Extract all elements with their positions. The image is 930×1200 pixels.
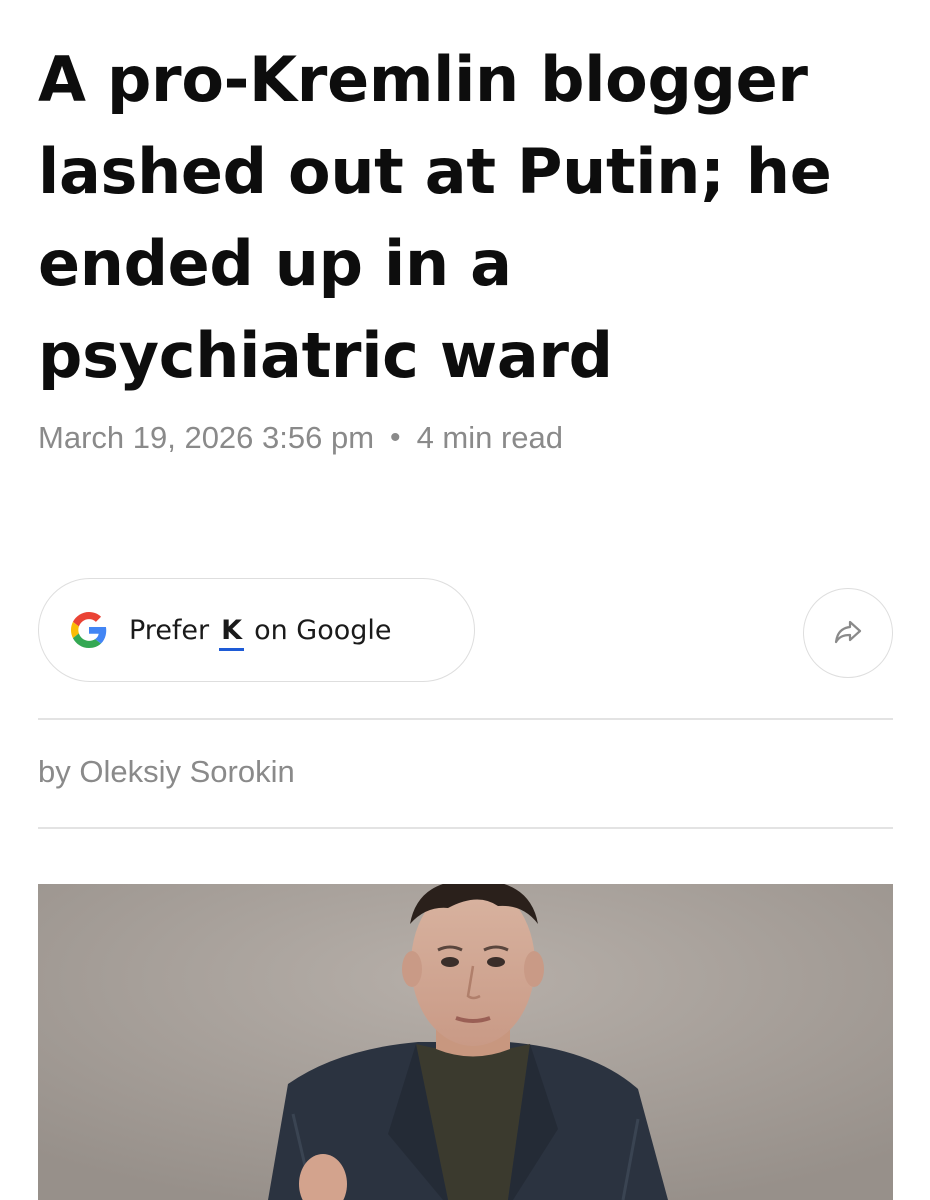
prefer-on-google-button[interactable]: Prefer K on Google: [38, 578, 475, 682]
article-hero-image: [38, 884, 893, 1200]
prefer-text-before: Prefer: [129, 614, 210, 646]
action-row: Prefer K on Google: [38, 578, 893, 684]
meta-separator: •: [390, 421, 401, 454]
portrait-photo: [38, 884, 893, 1200]
divider-top: [38, 718, 893, 720]
byline-prefix: by: [38, 754, 71, 789]
read-time: 4 min read: [416, 420, 564, 455]
brand-k-logo: K: [219, 614, 245, 651]
byline: by Oleksiy Sorokin: [38, 754, 295, 790]
publish-date: March 19, 2026 3:56 pm: [38, 420, 375, 455]
divider-bottom: [38, 827, 893, 829]
headline: A pro-Kremlin blogger lashed out at Puti…: [38, 43, 832, 392]
author-link[interactable]: Oleksiy Sorokin: [79, 754, 294, 789]
article-header: A pro-Kremlin blogger lashed out at Puti…: [38, 0, 893, 1200]
google-g-icon: [71, 612, 107, 648]
share-arrow-icon: [832, 615, 864, 651]
prefer-text-after: on Google: [254, 614, 392, 646]
prefer-label: Prefer K on Google: [129, 614, 392, 651]
article-meta: March 19, 2026 3:56 pm • 4 min read: [38, 418, 893, 458]
share-button[interactable]: [803, 588, 893, 678]
